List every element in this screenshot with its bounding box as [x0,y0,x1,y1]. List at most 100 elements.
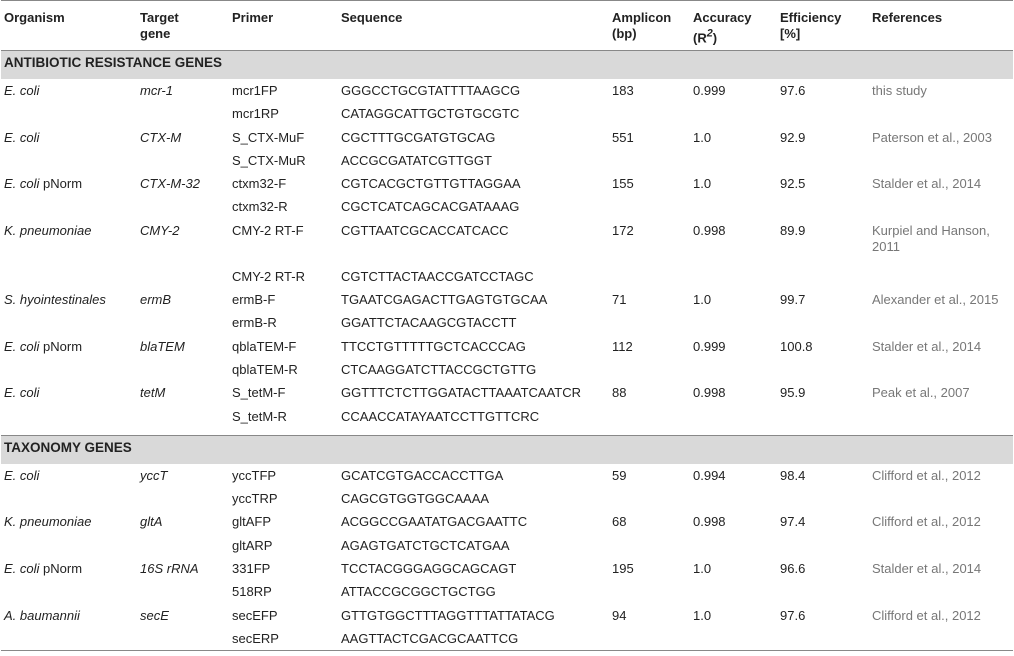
sequence-cell: AAGTTACTCGACGCAATTCG [341,630,519,646]
reference-cell: Stalder et al., 2014 [872,338,982,354]
target-gene-cell-empty [137,534,229,557]
reference-cell: Clifford et al., 2012 [872,514,981,530]
target-gene-cell: secE [140,607,169,623]
organism-cell: A. baumannii [1,604,137,627]
primer-cell: gltAFP [232,514,272,530]
reference-cell-empty [869,102,1013,125]
accuracy-cell: 0.998 [693,385,726,401]
amplicon-cell-empty [609,149,690,172]
efficiency-cell: 92.5 [780,176,806,192]
sequence-cell: TGAATCGAGACTTGAGTGTGCAA [341,292,548,308]
section-header: TAXONOMY GENES [1,434,1013,464]
organism-cell-empty [1,405,137,428]
table-row: E. coli pNorm 16S rRNA 331FP TCCTACGGGAGGCA… [1,557,1013,580]
reference-cell: Peak et al., 2007 [872,385,970,401]
organism-cell-empty [1,627,137,650]
table-row: E. coli pNorm blaTEM qblaTEM-F TTCCTGTTTTTG… [1,335,1013,358]
accuracy-cell-empty [690,102,777,125]
primer-cell: yccTRP [232,491,278,507]
organism-name: K. pneumoniae [4,514,92,530]
amplicon-cell: 112 [612,338,633,354]
reference-cell: this study [872,83,927,98]
sequence-cell: CAGCGTGGTGGCAAAA [341,491,490,507]
organism-cell: E. coli pNorm [1,557,137,580]
table-header: Organism Target gene Primer Sequence Ampl… [1,0,1013,51]
target-gene-cell-empty [137,358,229,381]
organism-cell-empty [1,311,137,334]
efficiency-cell: 97.4 [780,514,806,530]
target-gene-cell: mcr-1 [140,83,173,98]
accuracy-cell-empty [690,627,777,650]
organism-name: E. coli [4,176,40,192]
reference-cell-empty [869,580,1013,603]
primer-cell: qblaTEM-R [232,361,298,377]
reference-cell: Stalder et al., 2014 [872,176,982,192]
primer-cell: CMY-2 RT-R [232,268,305,284]
target-gene-cell-empty [137,195,229,218]
target-gene-cell: blaTEM [140,338,185,354]
reference-cell: Stalder et al., 2014 [872,561,982,577]
accuracy-cell: 1.0 [693,176,712,192]
sequence-cell: GGTTTCTCTTGGATACTTAAATCAATCR [341,385,581,401]
sequence-cell: ACGGCCGAATATGACGAATTC [341,514,528,530]
efficiency-cell: 99.7 [780,292,806,308]
sequence-cell: TTCCTGTTTTTGCTCACCCAG [341,338,526,354]
organism-cell: K. pneumoniae [1,219,137,265]
target-gene-cell-empty [137,405,229,428]
accuracy-cell: 0.999 [693,83,726,98]
organism-cell: E. coli pNorm [1,335,137,358]
organism-suffix: pNorm [39,338,83,354]
amplicon-cell-empty [609,405,690,428]
organism-suffix: pNorm [39,561,83,577]
efficiency-cell-empty [777,580,869,603]
reference-cell-empty [869,265,1013,288]
target-gene-cell: CMY-2 [140,222,180,238]
amplicon-cell: 172 [612,222,634,238]
table-row: secERP AAGTTACTCGACGCAATTCG [1,627,1013,651]
primer-cell: S_tetM-R [232,408,287,424]
primer-cell: CMY-2 RT-F [232,222,304,238]
header-efficiency: Efficiency [%] [780,10,842,41]
primer-cell: 518RP [232,584,272,600]
accuracy-cell: 1.0 [693,129,712,145]
reference-cell-empty [869,195,1013,218]
table-row: E. coli mcr-1 mcr1FP GGGCCTGCGTATTTTAAGCG 18… [1,79,1013,102]
amplicon-cell-empty [609,358,690,381]
sequence-cell: GTTGTGGCTTTAGGTTTATTATACG [341,607,555,623]
efficiency-cell: 98.4 [780,467,806,483]
primer-cell: mcr1FP [232,83,278,98]
reference-cell-empty [869,405,1013,428]
efficiency-cell-empty [777,102,869,125]
organism-cell: E. coli [1,381,137,404]
amplicon-cell-empty [609,627,690,650]
reference-cell: Kurpiel and Hanson, 2011 [872,222,990,254]
efficiency-cell-empty [777,311,869,334]
table-row: CMY-2 RT-R CGTCTTACTAACCGATCCTAGC [1,265,1013,288]
sequence-cell: CGCTTTGCGATGTGCAG [341,129,496,145]
organism-cell-empty [1,358,137,381]
sequence-cell: ACCGCGATATCGTTGGT [341,152,492,168]
target-gene-cell-empty [137,627,229,650]
sequence-cell: CGTTAATCGCACCATCACC [341,222,509,238]
organism-cell-empty [1,265,137,288]
accuracy-cell-empty [690,534,777,557]
sequence-cell: CTCAAGGATCTTACCGCTGTTG [341,361,537,377]
organism-cell-empty [1,580,137,603]
table-row: ctxm32-R CGCTCATCAGCACGATAAAG [1,195,1013,218]
amplicon-cell: 195 [612,561,634,577]
sequence-cell: CCAACCATAYAATCCTTGTTCRC [341,408,540,424]
organism-suffix: pNorm [39,176,83,192]
accuracy-cell-empty [690,195,777,218]
accuracy-cell-empty [690,487,777,510]
amplicon-cell: 183 [612,83,634,98]
amplicon-cell: 68 [612,514,627,530]
accuracy-cell: 0.998 [693,514,726,530]
organism-cell: S. hyointestinales [1,288,137,311]
table-row: gltARP AGAGTGATCTGCTCATGAA [1,534,1013,557]
amplicon-cell-empty [609,195,690,218]
accuracy-cell-empty [690,311,777,334]
organism-name: A. baumannii [4,607,80,623]
accuracy-cell: 1.0 [693,292,712,308]
accuracy-cell: 0.994 [693,467,726,483]
primer-cell: 331FP [232,561,271,577]
